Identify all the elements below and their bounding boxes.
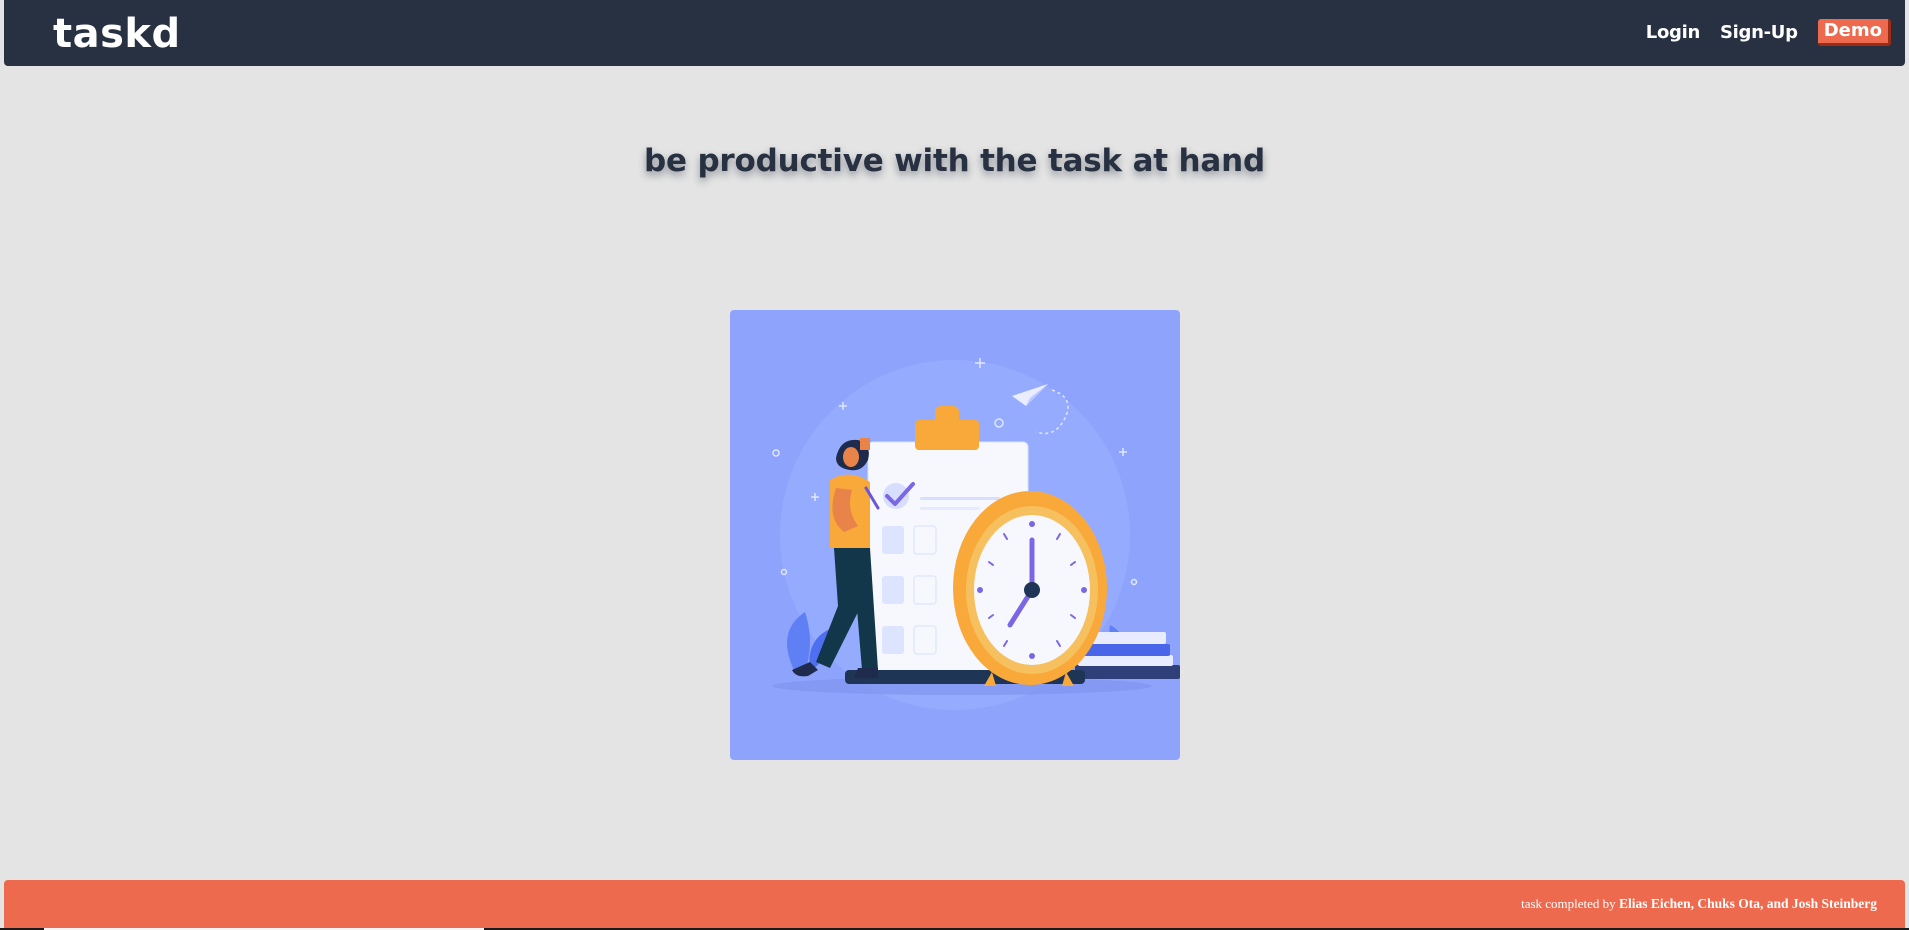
task-clock-illustration-icon	[772, 358, 1180, 710]
page-tagline: be productive with the task at hand	[644, 143, 1265, 179]
footer-prefix: task completed by	[1521, 896, 1616, 911]
demo-button[interactable]: Demo	[1817, 19, 1891, 46]
footer-authors: Elias Eichen, Chuks Ota, and Josh Steinb…	[1618, 896, 1877, 911]
footer: task completed by Elias Eichen, Chuks Ot…	[4, 880, 1905, 928]
footer-credits: task completed by Elias Eichen, Chuks Ot…	[1521, 896, 1877, 912]
logo[interactable]: taskd	[53, 6, 181, 62]
top-navbar: taskd Login Sign-Up Demo	[4, 0, 1905, 66]
nav-links: Login Sign-Up Demo	[1646, 19, 1891, 46]
signup-link[interactable]: Sign-Up	[1720, 22, 1798, 43]
hero-illustration	[730, 310, 1180, 760]
login-link[interactable]: Login	[1646, 22, 1701, 43]
